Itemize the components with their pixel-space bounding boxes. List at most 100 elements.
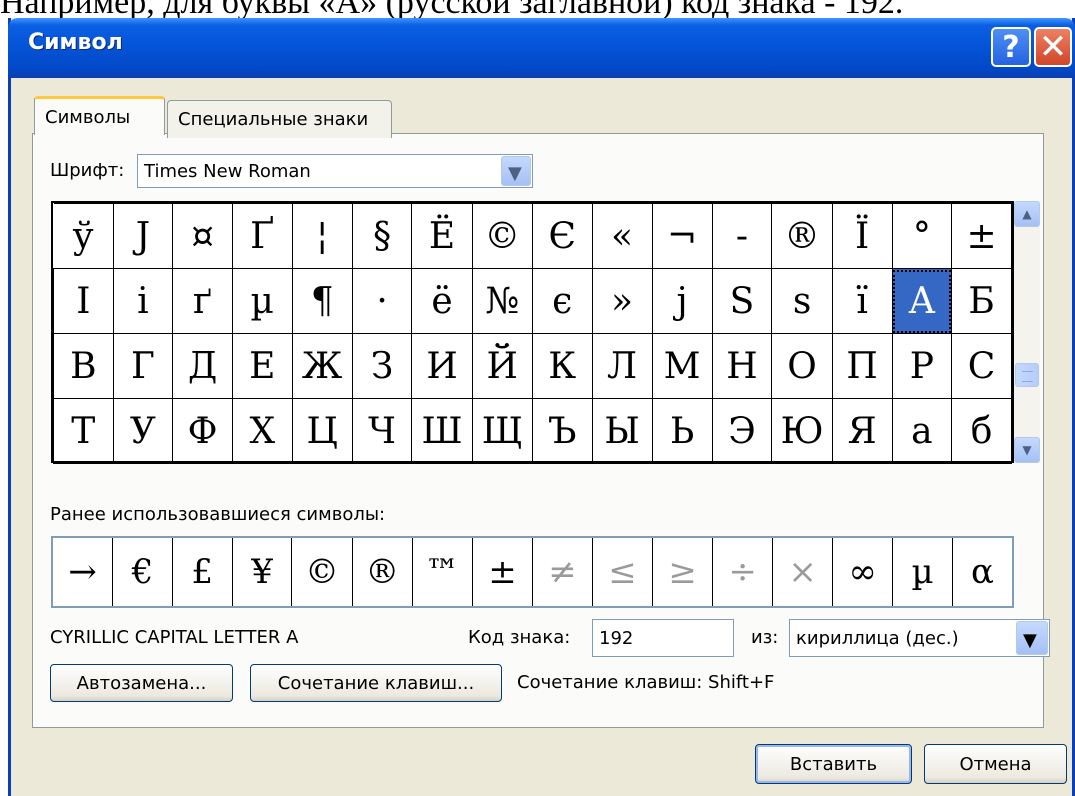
recent-symbol-cell[interactable]: £ [171, 538, 233, 606]
symbol-cell[interactable]: І [53, 268, 114, 334]
symbol-cell[interactable]: З [351, 333, 413, 399]
symbol-cell[interactable]: ± [951, 203, 1012, 269]
recent-symbol-cell[interactable]: ™ [411, 538, 474, 606]
symbol-cell[interactable]: Ё [411, 203, 473, 269]
symbol-cell[interactable]: С [951, 333, 1012, 399]
symbol-cell[interactable]: Ч [351, 398, 413, 464]
from-dropdown-button[interactable]: ▼ [1016, 621, 1048, 655]
symbol-cell[interactable]: У [112, 398, 174, 464]
symbol-cell[interactable]: П [831, 333, 893, 399]
symbol-cell[interactable]: є [531, 268, 593, 334]
recent-symbol-cell[interactable]: ≥ [652, 538, 714, 606]
insert-button[interactable]: Вставить [755, 744, 912, 784]
symbol-cell[interactable]: Й [471, 333, 533, 399]
scroll-up-button[interactable]: ▲ [1014, 201, 1040, 227]
symbol-cell[interactable]: µ [231, 268, 293, 334]
help-button[interactable]: ? [991, 27, 1031, 67]
symbol-cell[interactable]: Ъ [531, 398, 593, 464]
symbol-cell[interactable]: ў [53, 203, 114, 269]
font-dropdown-button[interactable]: ▼ [501, 156, 531, 186]
recent-symbol-cell[interactable]: → [53, 538, 114, 606]
symbol-cell[interactable]: Г [112, 333, 174, 399]
recent-symbols[interactable]: → € £ ¥ © ® ™ ± ≠ ≤ ≥ ÷ × ∞ µ α [51, 536, 1014, 608]
symbol-cell[interactable]: О [771, 333, 833, 399]
symbol-cell[interactable]: В [53, 333, 114, 399]
symbol-cell[interactable]: ¦ [291, 203, 353, 269]
symbol-cell[interactable]: Ґ [231, 203, 293, 269]
symbol-cell[interactable]: Я [831, 398, 893, 464]
symbol-cell[interactable]: Л [591, 333, 653, 399]
symbol-grid-scrollbar[interactable]: ▲ ▼ [1014, 201, 1040, 463]
recent-symbol-cell[interactable]: ÷ [712, 538, 774, 606]
symbol-cell[interactable]: ґ [172, 268, 233, 334]
scroll-down-button[interactable]: ▼ [1014, 437, 1040, 463]
recent-symbol-cell[interactable]: × [772, 538, 834, 606]
symbol-cell[interactable]: - [711, 203, 773, 269]
recent-symbol-cell[interactable]: µ [892, 538, 953, 606]
recent-symbol-cell[interactable]: ≠ [532, 538, 594, 606]
symbol-cell[interactable]: § [351, 203, 413, 269]
symbol-cell[interactable]: Ь [651, 398, 713, 464]
symbol-cell[interactable]: « [591, 203, 653, 269]
symbol-grid[interactable]: ў Ј ¤ Ґ ¦ § Ё © Є «¬ - ® Ї ° ± Іі ґ µ ¶ · ё № є» ј Ѕѕ ї А Б В Г Д Е Ж З И Й… [51, 201, 1014, 464]
symbol-cell[interactable]: № [471, 268, 533, 334]
symbol-cell[interactable]: і [112, 268, 174, 334]
symbol-cell[interactable]: Ѕ [711, 268, 773, 334]
symbol-cell[interactable]: ° [891, 203, 953, 269]
recent-symbol-cell[interactable]: ® [351, 538, 413, 606]
tab-special-chars[interactable]: Специальные знаки [167, 100, 392, 138]
symbol-cell[interactable]: Ї [831, 203, 893, 269]
symbol-cell[interactable]: Э [711, 398, 773, 464]
symbol-cell[interactable]: Ц [291, 398, 353, 464]
from-select[interactable]: кириллица (дес.) ▼ [789, 619, 1050, 657]
symbol-cell[interactable]: ® [771, 203, 833, 269]
symbol-cell[interactable]: К [531, 333, 593, 399]
symbol-cell[interactable]: ј [651, 268, 713, 334]
symbol-cell[interactable]: Х [231, 398, 293, 464]
symbol-cell[interactable]: Е [231, 333, 293, 399]
symbol-cell[interactable]: б [951, 398, 1012, 464]
symbol-cell[interactable]: Ј [112, 203, 174, 269]
font-select[interactable]: Times New Roman ▼ [137, 154, 533, 188]
recent-symbol-cell[interactable]: ∞ [832, 538, 894, 606]
symbol-cell[interactable]: Т [53, 398, 114, 464]
symbol-cell[interactable]: а [891, 398, 953, 464]
symbol-cell[interactable]: Р [891, 333, 953, 399]
recent-symbol-cell[interactable]: ± [472, 538, 534, 606]
symbol-cell[interactable]: Щ [471, 398, 533, 464]
close-button[interactable]: ✕ [1034, 27, 1072, 67]
symbol-cell[interactable]: © [471, 203, 533, 269]
symbol-cell[interactable]: Д [172, 333, 233, 399]
recent-symbol-cell[interactable]: ¥ [231, 538, 293, 606]
cancel-button[interactable]: Отмена [924, 744, 1067, 784]
symbol-cell[interactable]: ¬ [651, 203, 713, 269]
scroll-thumb[interactable] [1015, 363, 1039, 387]
recent-symbol-cell[interactable]: ≤ [592, 538, 654, 606]
symbol-cell[interactable]: ё [411, 268, 473, 334]
symbol-cell[interactable]: М [651, 333, 713, 399]
symbol-cell[interactable]: Ю [771, 398, 833, 464]
symbol-cell[interactable]: ѕ [771, 268, 833, 334]
symbol-cell-selected[interactable]: А [891, 268, 953, 334]
symbol-cell[interactable]: Є [531, 203, 593, 269]
tab-symbols[interactable]: Символы [34, 96, 165, 135]
symbol-cell[interactable]: Ш [411, 398, 473, 464]
title-bar[interactable]: Символ ? ✕ [8, 18, 1075, 78]
symbol-cell[interactable]: ї [831, 268, 893, 334]
symbol-cell[interactable]: Б [951, 268, 1012, 334]
recent-symbol-cell[interactable]: α [951, 538, 1012, 606]
symbol-cell[interactable]: » [591, 268, 653, 334]
symbol-cell[interactable]: Н [711, 333, 773, 399]
symbol-cell[interactable]: · [351, 268, 413, 334]
shortcut-key-button[interactable]: Сочетание клавиш... [250, 664, 502, 702]
recent-symbol-cell[interactable]: € [112, 538, 173, 606]
char-code-input[interactable]: 192 [592, 619, 734, 657]
autocorrect-button[interactable]: Автозамена... [50, 664, 233, 702]
symbol-cell[interactable]: Ы [591, 398, 653, 464]
symbol-cell[interactable]: Ж [291, 333, 353, 399]
recent-symbol-cell[interactable]: © [291, 538, 353, 606]
symbol-cell[interactable]: ¶ [291, 268, 353, 334]
symbol-cell[interactable]: ¤ [172, 203, 233, 269]
symbol-cell[interactable]: Ф [172, 398, 233, 464]
symbol-cell[interactable]: И [411, 333, 473, 399]
